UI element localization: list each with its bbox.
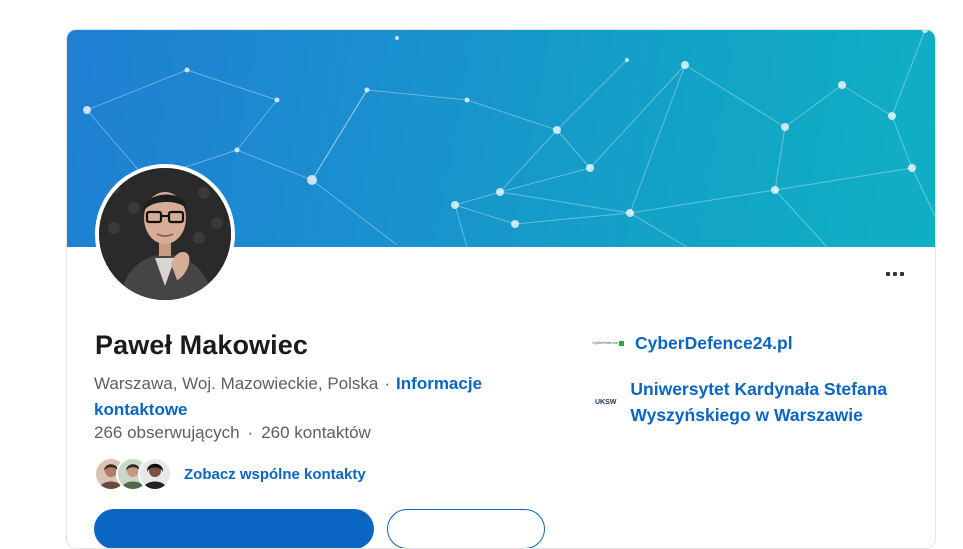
- experience-name[interactable]: Uniwersytet Kardynała Stefana Wyszyńskie…: [630, 376, 895, 428]
- separator-dot: ·: [384, 374, 391, 393]
- experience-item-cyberdefence[interactable]: CyberDefence CyberDefence24.pl: [592, 330, 793, 356]
- profile-stats: 266 obserwujących · 260 kontaktów: [94, 423, 371, 443]
- more-dot-icon: [900, 272, 904, 276]
- profile-card: Paweł Makowiec Warszawa, Woj. Mazowiecki…: [66, 29, 936, 549]
- separator-dot: ·: [247, 423, 254, 442]
- mutual-avatars: [94, 457, 172, 491]
- mutual-connections[interactable]: Zobacz wspólne kontakty: [94, 457, 366, 491]
- profile-name: Paweł Makowiec: [95, 330, 308, 361]
- experience-item-uksw[interactable]: UKSW Uniwersytet Kardynała Stefana Wyszy…: [595, 376, 895, 428]
- experience-name[interactable]: CyberDefence24.pl: [635, 330, 793, 356]
- mutual-connections-link[interactable]: Zobacz wspólne kontakty: [184, 466, 366, 483]
- uksw-logo: UKSW: [595, 398, 617, 406]
- more-dot-icon: [886, 272, 890, 276]
- followers-count: 266 obserwujących: [94, 423, 240, 442]
- primary-action-button[interactable]: [94, 509, 374, 548]
- profile-photo[interactable]: [95, 164, 235, 304]
- secondary-action-button[interactable]: [387, 509, 545, 548]
- mutual-avatar: [138, 457, 172, 491]
- more-dot-icon: [893, 272, 897, 276]
- cyberdefence-logo: CyberDefence: [592, 330, 624, 356]
- profile-location-line: Warszawa, Woj. Mazowieckie, Polska · Infor…: [94, 371, 514, 423]
- profile-name-text: Paweł Makowiec: [95, 330, 308, 360]
- connections-count: 260 kontaktów: [261, 423, 371, 442]
- more-actions-button[interactable]: [879, 260, 911, 288]
- location-text: Warszawa, Woj. Mazowieckie, Polska: [94, 374, 379, 393]
